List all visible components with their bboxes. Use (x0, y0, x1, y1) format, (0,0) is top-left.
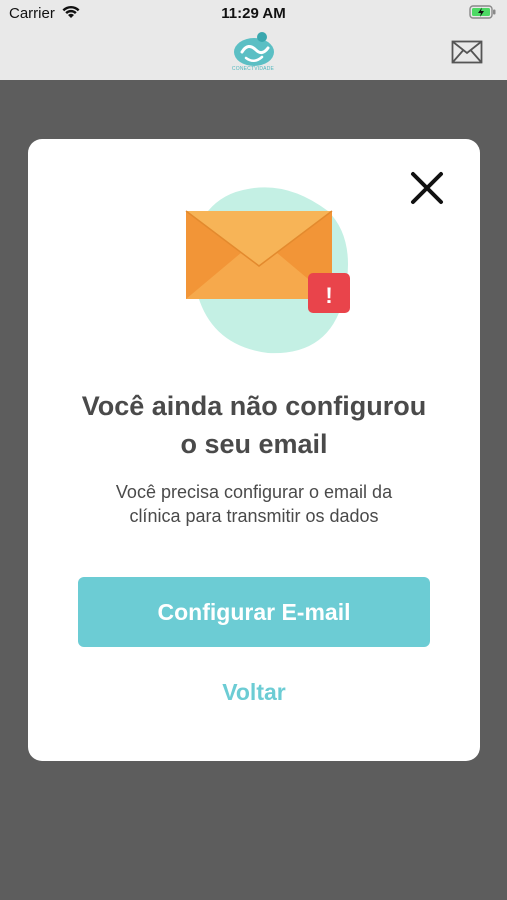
logo-text: CONECTVIDADE (231, 66, 275, 72)
clock: 11:29 AM (221, 5, 286, 22)
back-link[interactable]: Voltar (28, 679, 480, 706)
configure-email-button[interactable]: Configurar E-mail (78, 577, 430, 647)
status-bar: Carrier 11:29 AM (0, 0, 507, 28)
nav-bar: CONECTVIDADE (0, 28, 507, 81)
dialog-title: Você ainda não configurou o seu email (28, 387, 480, 463)
dialog-message-line1: Você precisa configurar o email da (115, 482, 393, 502)
dialog-message: Você precisa configurar o email da clíni… (28, 480, 480, 528)
battery-charging-icon (469, 5, 497, 24)
dialog-title-line2: o seu email (180, 429, 328, 459)
envelope-alert-icon: ! (168, 181, 358, 361)
alert-mark: ! (325, 283, 332, 308)
dialog-message-line2: clínica para transmitir os dados (129, 506, 379, 526)
close-icon[interactable] (408, 169, 446, 207)
mail-icon[interactable] (451, 40, 483, 64)
email-config-dialog: ! Você ainda não configurou o seu email … (28, 139, 480, 761)
dialog-title-line1: Você ainda não configurou (81, 391, 427, 421)
